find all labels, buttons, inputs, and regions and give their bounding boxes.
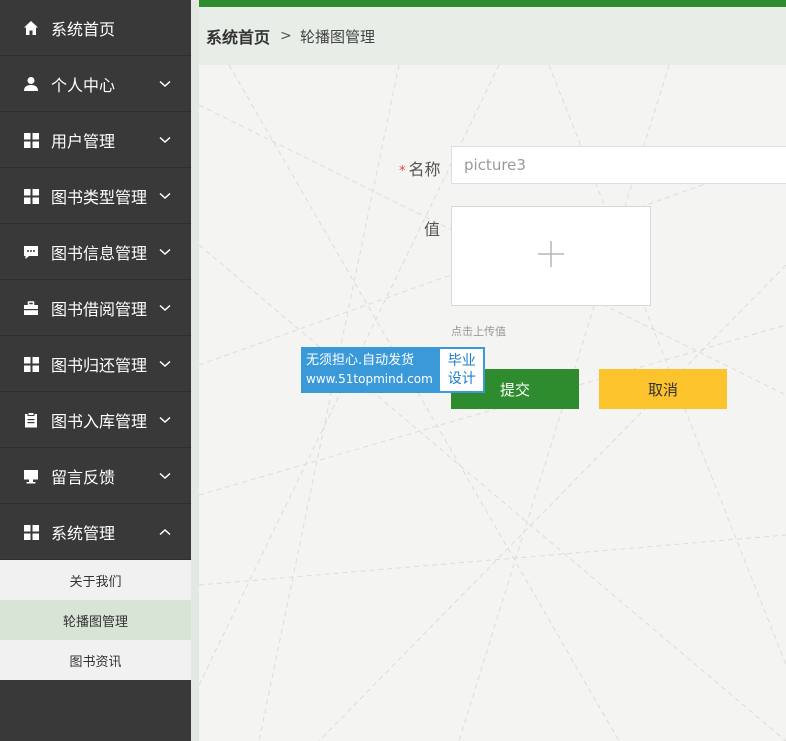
name-field-label: * 名称 — [399, 156, 441, 180]
sidebar-item-book-borrow-management[interactable]: 图书借阅管理 — [0, 280, 191, 336]
system-management-submenu: 关于我们 轮播图管理 图书资讯 — [0, 560, 191, 680]
chevron-down-icon — [158, 245, 172, 259]
breadcrumb: 系统首页 > 轮播图管理 — [199, 7, 786, 65]
image-upload-box[interactable] — [451, 206, 651, 306]
upload-hint: 点击上传值 — [451, 325, 506, 338]
name-label-text: 名称 — [408, 160, 441, 179]
grid-icon — [22, 504, 40, 560]
header-accent-bar — [199, 0, 786, 7]
sidebar-item-home[interactable]: 系统首页 — [0, 0, 191, 56]
sidebar-item-book-type-management[interactable]: 图书类型管理 — [0, 168, 191, 224]
sidebar-item-label: 图书入库管理 — [51, 411, 148, 431]
chevron-down-icon — [158, 189, 172, 203]
main-content: *名称 值 点击上传值 提交 取消 — [199, 65, 786, 741]
sidebar-item-label: 系统首页 — [51, 19, 116, 39]
sidebar-item-system-management[interactable]: 系统管理 — [0, 504, 191, 560]
user-icon — [22, 56, 40, 112]
grid-icon — [22, 168, 40, 224]
sidebar-item-book-stock-management[interactable]: 图书入库管理 — [0, 392, 191, 448]
required-mark: * — [399, 164, 406, 179]
sidebar-item-user-management[interactable]: 用户管理 — [0, 112, 191, 168]
sidebar-item-personal-center[interactable]: 个人中心 — [0, 56, 191, 112]
submenu-item-about-us[interactable]: 关于我们 — [0, 560, 191, 600]
chevron-down-icon — [158, 77, 172, 91]
sidebar-item-book-return-management[interactable]: 图书归还管理 — [0, 336, 191, 392]
name-input[interactable] — [451, 146, 786, 184]
briefcase-icon — [22, 280, 40, 336]
sidebar-item-label: 用户管理 — [51, 131, 116, 151]
watermark-badge1: 毕业 — [447, 353, 476, 369]
sidebar-item-label: 个人中心 — [51, 75, 116, 95]
sidebar-item-feedback[interactable]: 留言反馈 — [0, 448, 191, 504]
watermark-text: 无须担心.自动发货 www.51topmind.com — [301, 347, 440, 393]
sidebar-divider — [191, 0, 199, 741]
breadcrumb-home-link[interactable]: 系统首页 — [206, 24, 270, 48]
watermark-badge: 无须担心.自动发货 www.51topmind.com 毕业 设计 — [301, 347, 485, 393]
grid-icon — [22, 112, 40, 168]
sidebar-item-book-info-management[interactable]: 图书信息管理 — [0, 224, 191, 280]
submenu-item-book-news[interactable]: 图书资讯 — [0, 640, 191, 680]
sidebar-item-label: 系统管理 — [51, 523, 116, 543]
chevron-down-icon — [158, 413, 172, 427]
chevron-down-icon — [158, 301, 172, 315]
clipboard-icon — [22, 392, 40, 448]
watermark-badge2: 设计 — [447, 371, 476, 387]
monitor-icon — [22, 448, 40, 504]
value-field-label: 值 — [424, 220, 441, 239]
watermark-line1: 无须担心.自动发货 — [306, 353, 415, 368]
chevron-down-icon — [158, 133, 172, 147]
sidebar-item-label: 图书类型管理 — [51, 187, 148, 207]
sidebar: 系统首页 个人中心 用户管理 图书类型管理 图书信息管理 图书借阅管理 图书归还… — [0, 0, 191, 741]
sidebar-item-label: 图书借阅管理 — [51, 299, 148, 319]
chevron-up-icon — [158, 525, 172, 539]
breadcrumb-current: 轮播图管理 — [300, 27, 376, 46]
sidebar-item-label: 图书信息管理 — [51, 243, 148, 263]
plus-icon — [536, 239, 566, 273]
chat-icon — [22, 224, 40, 280]
watermark-line2: www.51topmind.com — [306, 372, 433, 386]
cancel-button[interactable]: 取消 — [599, 369, 727, 409]
home-icon — [22, 0, 40, 56]
chevron-down-icon — [158, 469, 172, 483]
watermark-stamp: 毕业 设计 — [440, 349, 483, 391]
submenu-item-carousel-management[interactable]: 轮播图管理 — [0, 600, 191, 640]
sidebar-item-label: 留言反馈 — [51, 467, 116, 487]
chevron-down-icon — [158, 357, 172, 371]
sidebar-item-label: 图书归还管理 — [51, 355, 148, 375]
breadcrumb-separator: > — [280, 28, 292, 44]
grid-icon — [22, 336, 40, 392]
